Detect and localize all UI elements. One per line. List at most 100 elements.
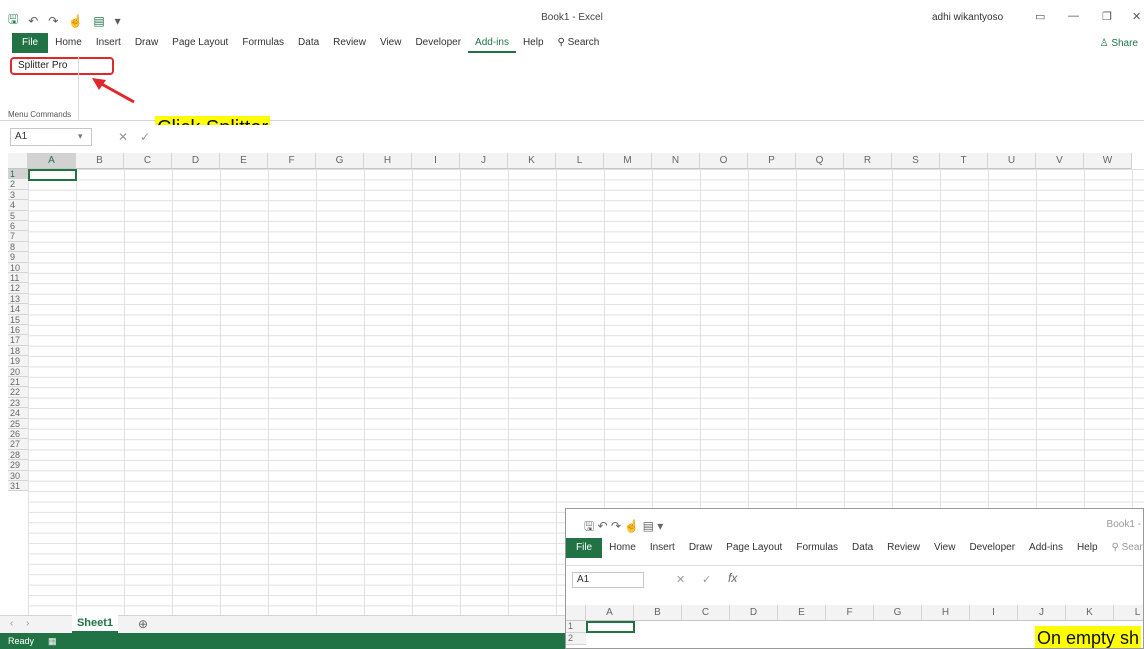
tab-review[interactable]: Review: [326, 33, 373, 53]
inset-column-header-h: H: [922, 605, 970, 621]
column-header-g[interactable]: G: [316, 153, 364, 169]
inset-column-header-c: C: [682, 605, 730, 621]
tab-view[interactable]: View: [373, 33, 409, 53]
inset-name-box: A1: [572, 572, 644, 588]
inset-column-header-f: F: [826, 605, 874, 621]
row-header-11[interactable]: 11: [8, 273, 28, 284]
tab-developer[interactable]: Developer: [408, 33, 468, 53]
row-header-7[interactable]: 7: [8, 231, 28, 242]
inset-column-header-i: I: [970, 605, 1018, 621]
tab-insert[interactable]: Insert: [89, 33, 128, 53]
row-header-19[interactable]: 19: [8, 356, 28, 367]
column-header-s[interactable]: S: [892, 153, 940, 169]
close-icon[interactable]: ✕: [1132, 10, 1141, 23]
row-header-2[interactable]: 2: [8, 179, 28, 190]
column-header-d[interactable]: D: [172, 153, 220, 169]
status-text: Ready: [8, 636, 35, 646]
inset-ribbon-tabs: File Home Insert Draw Page Layout Formulas Dat…: [566, 537, 1143, 559]
macro-record-icon[interactable]: ▦: [48, 636, 57, 646]
inset-column-header-a: A: [586, 605, 634, 621]
inset-tab-page-layout: Page Layout: [726, 542, 783, 553]
inset-row-header-1: 1: [566, 621, 586, 633]
tab-file[interactable]: File: [12, 33, 49, 53]
column-header-j[interactable]: J: [460, 153, 508, 169]
row-header-8[interactable]: 8: [8, 241, 28, 253]
row-header-24[interactable]: 24: [8, 408, 28, 419]
name-box-dropdown-icon[interactable]: ▾: [78, 131, 83, 142]
row-header-27[interactable]: 27: [8, 439, 28, 450]
row-header-14[interactable]: 14: [8, 304, 28, 315]
column-header-n[interactable]: N: [652, 153, 700, 169]
row-header-5[interactable]: 5: [8, 210, 28, 221]
column-header-q[interactable]: Q: [796, 153, 844, 169]
tab-help[interactable]: Help: [516, 33, 551, 53]
column-header-a[interactable]: A: [28, 153, 76, 169]
row-header-21[interactable]: 21: [8, 377, 28, 388]
column-header-v[interactable]: V: [1036, 153, 1084, 169]
row-header-12[interactable]: 12: [8, 283, 28, 294]
inset-cancel-icon: ✕: [676, 574, 686, 586]
column-header-p[interactable]: P: [748, 153, 796, 169]
inset-column-header-j: J: [1018, 605, 1066, 621]
row-header-10[interactable]: 10: [8, 262, 28, 273]
row-header-26[interactable]: 26: [8, 429, 28, 440]
row-header-18[interactable]: 18: [8, 345, 28, 357]
tab-formulas[interactable]: Formulas: [235, 33, 291, 53]
row-header-23[interactable]: 23: [8, 397, 28, 409]
row-header-3[interactable]: 3: [8, 189, 28, 201]
share-button[interactable]: ♙ Share: [1100, 38, 1138, 49]
column-header-c[interactable]: C: [124, 153, 172, 169]
active-cell[interactable]: [28, 169, 77, 181]
splitter-pro-button[interactable]: Splitter Pro: [10, 57, 114, 75]
add-sheet-icon[interactable]: ⊕: [138, 617, 148, 631]
row-header-6[interactable]: 6: [8, 221, 28, 232]
tab-data[interactable]: Data: [291, 33, 326, 53]
minimize-icon[interactable]: —: [1068, 10, 1079, 22]
inset-select-all-corner: [566, 605, 586, 621]
column-header-m[interactable]: M: [604, 153, 652, 169]
column-header-h[interactable]: H: [364, 153, 412, 169]
column-header-r[interactable]: R: [844, 153, 892, 169]
inset-callout: On empty sh: [1034, 626, 1141, 648]
row-header-25[interactable]: 25: [8, 418, 28, 429]
row-header-4[interactable]: 4: [8, 200, 28, 211]
row-header-17[interactable]: 17: [8, 335, 28, 346]
column-header-e[interactable]: E: [220, 153, 268, 169]
sheet-scroll-right-icon[interactable]: ›: [26, 618, 29, 629]
tab-add-ins[interactable]: Add-ins: [468, 33, 516, 53]
sheet-scroll-left-icon[interactable]: ‹: [10, 618, 13, 629]
inset-column-header-l: L: [1114, 605, 1143, 621]
column-header-f[interactable]: F: [268, 153, 316, 169]
row-header-13[interactable]: 13: [8, 293, 28, 305]
tab-home[interactable]: Home: [48, 33, 89, 53]
column-header-k[interactable]: K: [508, 153, 556, 169]
inset-tab-view: View: [933, 542, 956, 553]
row-header-28[interactable]: 28: [8, 449, 28, 461]
column-header-b[interactable]: B: [76, 153, 124, 169]
row-header-31[interactable]: 31: [8, 481, 28, 492]
column-header-w[interactable]: W: [1084, 153, 1132, 169]
row-header-22[interactable]: 22: [8, 387, 28, 398]
column-header-l[interactable]: L: [556, 153, 604, 169]
column-header-u[interactable]: U: [988, 153, 1036, 169]
cancel-icon[interactable]: ✕: [118, 130, 128, 144]
column-header-i[interactable]: I: [412, 153, 460, 169]
user-name[interactable]: adhi wikantyoso: [932, 12, 1003, 23]
column-header-o[interactable]: O: [700, 153, 748, 169]
search-box[interactable]: ⚲ Search: [551, 33, 607, 53]
row-header-1[interactable]: 1: [8, 169, 28, 180]
sheet-tab-sheet1[interactable]: Sheet1: [72, 615, 118, 633]
tab-draw[interactable]: Draw: [128, 33, 165, 53]
select-all-corner[interactable]: [8, 153, 28, 169]
row-header-9[interactable]: 9: [8, 252, 28, 263]
row-header-16[interactable]: 16: [8, 325, 28, 336]
row-header-15[interactable]: 15: [8, 314, 28, 325]
ribbon-display-icon[interactable]: ▭: [1035, 10, 1045, 23]
enter-icon[interactable]: ✓: [140, 130, 150, 144]
row-header-29[interactable]: 29: [8, 460, 28, 471]
tab-page-layout[interactable]: Page Layout: [165, 33, 235, 53]
column-header-t[interactable]: T: [940, 153, 988, 169]
row-header-30[interactable]: 30: [8, 470, 28, 481]
row-header-20[interactable]: 20: [8, 366, 28, 377]
restore-icon[interactable]: ❐: [1102, 10, 1112, 23]
